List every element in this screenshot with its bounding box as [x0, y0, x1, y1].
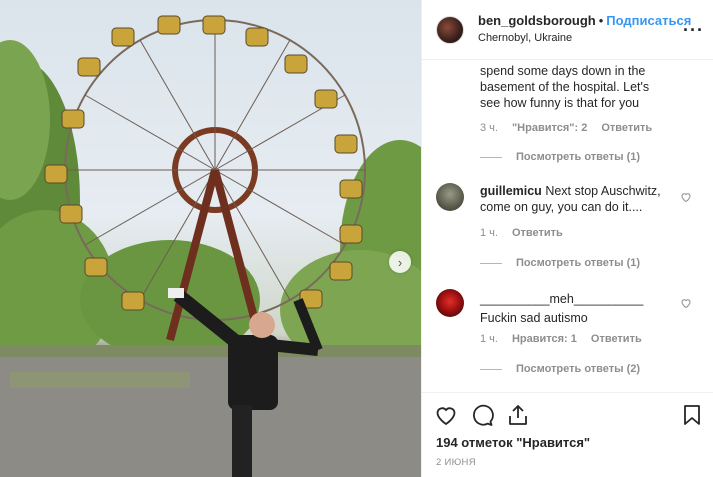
post-photo[interactable]: ›	[0, 0, 421, 477]
next-photo-button[interactable]: ›	[389, 251, 411, 273]
comment-item: guillemicu Next stop Auschwitz, come on …	[480, 183, 690, 215]
separator-dot: •	[598, 13, 604, 28]
replies-divider	[480, 368, 502, 370]
likes-count[interactable]: 194 отметок "Нравится"	[436, 435, 590, 450]
reply-button[interactable]: Ответить	[601, 122, 652, 134]
post-side-panel: ben_goldsborough • Подписаться Chernobyl, …	[421, 0, 713, 477]
view-replies-label: Посмотреть ответы (2)	[516, 363, 641, 375]
comment-meta: 1 ч. Ответить	[480, 227, 563, 239]
comment-meta: 3 ч. "Нравится": 2 Ответить	[480, 122, 652, 134]
comment-text: guillemicu Next stop Auschwitz, come on …	[480, 184, 661, 214]
comment-text: spend some days down in the basement of …	[480, 64, 650, 110]
heart-icon[interactable]	[434, 403, 458, 427]
action-bar	[434, 403, 530, 427]
commenter-avatar[interactable]	[436, 183, 464, 211]
view-replies-label: Посмотреть ответы (1)	[516, 151, 641, 163]
location-link[interactable]: Chernobyl, Ukraine	[478, 30, 691, 46]
view-replies-button[interactable]: Посмотреть ответы (1)	[480, 257, 640, 269]
view-replies-label: Посмотреть ответы (1)	[516, 257, 641, 269]
comment-time[interactable]: 3 ч.	[480, 122, 498, 134]
comment-likes-count[interactable]: "Нравится": 2	[512, 122, 587, 134]
comment-likes-count[interactable]: Нравится: 1	[512, 333, 577, 345]
comment-item: spend some days down in the basement of …	[480, 63, 702, 111]
post-date[interactable]: 2 ИЮНЯ	[436, 457, 476, 468]
reply-button[interactable]: Ответить	[591, 333, 642, 345]
like-comment-heart-icon[interactable]	[680, 191, 692, 203]
comment-meta: 1 ч. Нравится: 1 Ответить	[480, 333, 642, 345]
comments-list[interactable]: spend some days down in the basement of …	[422, 61, 713, 391]
share-icon[interactable]	[506, 403, 530, 427]
follow-button[interactable]: Подписаться	[606, 13, 691, 28]
avatar[interactable]	[436, 15, 464, 44]
more-horizontal-icon[interactable]: ···	[683, 20, 704, 41]
comment-time[interactable]: 1 ч.	[480, 227, 498, 239]
comment-time[interactable]: 1 ч.	[480, 333, 498, 345]
comment-author[interactable]: guillemicu	[480, 184, 542, 198]
ferris-wheel-photo	[0, 15, 421, 477]
post-header: ben_goldsborough • Подписаться Chernobyl, …	[422, 0, 713, 60]
username-link[interactable]: ben_goldsborough	[478, 13, 596, 28]
like-comment-heart-icon[interactable]	[680, 297, 692, 309]
replies-divider	[480, 262, 502, 264]
post-footer: 194 отметок "Нравится" 2 ИЮНЯ	[422, 392, 713, 477]
reply-button[interactable]: Ответить	[512, 227, 563, 239]
commenter-avatar[interactable]	[436, 289, 464, 317]
replies-divider	[480, 156, 502, 158]
comment-text: __________meh__________ Fuckin sad autis…	[480, 292, 644, 325]
comment-icon[interactable]	[470, 403, 494, 427]
view-replies-button[interactable]: Посмотреть ответы (1)	[480, 151, 640, 163]
view-replies-button[interactable]: Посмотреть ответы (2)	[480, 363, 640, 375]
bookmark-icon[interactable]	[680, 403, 704, 427]
comment-item: __________meh__________ Fuckin sad autis…	[480, 291, 690, 326]
comment-author[interactable]: __________meh__________	[480, 292, 643, 306]
